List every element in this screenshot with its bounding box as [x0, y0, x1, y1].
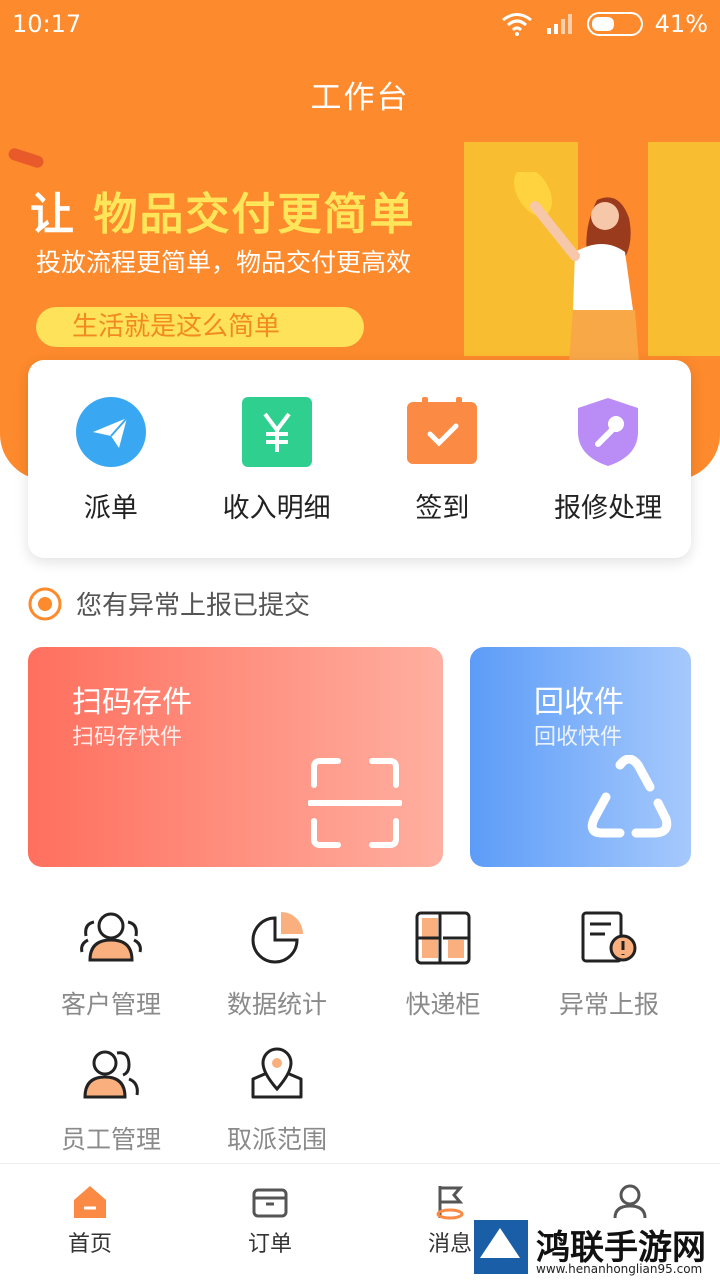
- banner-headline: 让 物品交付更简单: [30, 189, 416, 240]
- report-warning-icon: [576, 905, 642, 971]
- recycle-icon: [587, 755, 672, 838]
- quick-income-button[interactable]: 收入明细: [194, 360, 360, 558]
- banner-subtitle: 投放流程更简单，物品交付更高效: [36, 248, 412, 277]
- customer-management-button[interactable]: 客户管理: [28, 905, 194, 1021]
- home-icon: [74, 1186, 106, 1218]
- map-pin-icon: [244, 1040, 310, 1106]
- quick-repair-button[interactable]: 报修处理: [525, 360, 691, 558]
- recycle-card-subtitle: 回收快件: [534, 725, 623, 750]
- banner-pill: 生活就是这么简单: [36, 307, 364, 347]
- staff-management-button[interactable]: 员工管理: [28, 1040, 194, 1156]
- delivery-range-button[interactable]: 取派范围: [194, 1040, 360, 1156]
- quick-actions-card: 派单 收入明细 签到 报修处理: [28, 360, 691, 558]
- locker-icon: [410, 905, 476, 971]
- watermark-url: www.henanhonglian95.com: [536, 1262, 703, 1276]
- scan-icon: [308, 758, 402, 848]
- yuan-icon: [241, 396, 313, 468]
- order-box-icon: [252, 1188, 288, 1218]
- status-bar: 10:17 41%: [0, 0, 720, 50]
- recycle-card-title: 回收件: [534, 685, 624, 720]
- scan-card-subtitle: 扫码存快件: [72, 725, 183, 750]
- signal-icon: [546, 14, 572, 34]
- battery-icon: [586, 12, 643, 36]
- tab-orders[interactable]: 订单: [180, 1164, 360, 1280]
- staff-icon: [78, 1040, 144, 1106]
- user-icon: [613, 1184, 647, 1219]
- customers-icon: [78, 905, 144, 971]
- locker-button[interactable]: 快递柜: [360, 905, 526, 1021]
- scan-store-card[interactable]: 扫码存件 扫码存快件: [28, 647, 443, 867]
- page-title: 工作台: [310, 80, 410, 116]
- paper-plane-icon: [75, 396, 147, 468]
- exception-report-button[interactable]: 异常上报: [526, 905, 692, 1021]
- status-time: 10:17: [12, 10, 82, 38]
- exception-notice[interactable]: 您有异常上报已提交: [28, 585, 310, 622]
- watermark-logo-icon: [474, 1220, 528, 1274]
- notice-text: 您有异常上报已提交: [76, 591, 311, 621]
- quick-dispatch-button[interactable]: 派单: [28, 360, 194, 558]
- target-icon: [28, 587, 62, 620]
- pie-chart-icon: [244, 905, 310, 971]
- data-statistics-button[interactable]: 数据统计: [194, 905, 360, 1021]
- wrench-shield-icon: [572, 396, 644, 468]
- recycle-card[interactable]: 回收件 回收快件: [470, 647, 691, 867]
- scan-card-title: 扫码存件: [72, 685, 192, 720]
- battery-percent: 41%: [654, 10, 708, 38]
- wifi-icon: [501, 13, 532, 36]
- calendar-check-icon: [406, 396, 478, 468]
- tab-home[interactable]: 首页: [0, 1164, 180, 1280]
- flag-icon: [436, 1186, 464, 1220]
- quick-checkin-button[interactable]: 签到: [360, 360, 526, 558]
- watermark: 鸿联手游网 www.henanhonglian95.com: [474, 1220, 720, 1280]
